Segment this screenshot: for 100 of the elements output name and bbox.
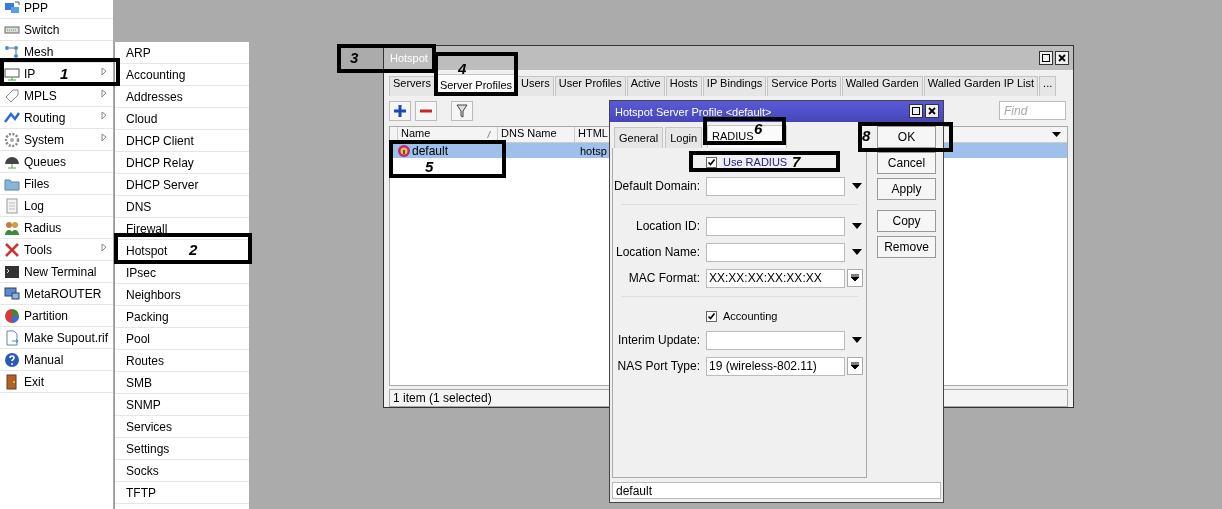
filter-button[interactable] (451, 101, 473, 121)
maximize-icon[interactable] (909, 104, 923, 118)
step-number: 3 (350, 50, 359, 66)
step-number: 2 (189, 242, 198, 258)
menu-item[interactable]: Pool (126, 331, 151, 346)
menu-item[interactable]: DHCP Relay (126, 155, 194, 170)
column-header[interactable]: Name (401, 127, 431, 139)
dialog-button[interactable]: Remove (877, 236, 936, 258)
checkbox[interactable]: Accounting (706, 310, 778, 322)
select-field[interactable]: XX:XX:XX:XX:XX:XX (706, 268, 845, 288)
dropdown-button-icon[interactable] (847, 357, 863, 375)
tab[interactable]: ... (1039, 76, 1057, 96)
tab[interactable]: User Profiles (554, 76, 626, 96)
input-field[interactable] (706, 330, 845, 350)
add-button[interactable] (389, 101, 411, 121)
tab[interactable]: Servers (389, 76, 435, 96)
gear-icon (4, 131, 20, 148)
menu-item[interactable]: Routing (0, 107, 113, 129)
tab[interactable]: General (614, 127, 664, 148)
menu-item[interactable]: Accounting (126, 67, 186, 82)
tab[interactable]: Walled Garden (841, 76, 923, 96)
door-icon (4, 373, 20, 390)
step-number: 1 (60, 66, 69, 82)
menu-item[interactable]: Queues (0, 151, 113, 173)
menu-item[interactable]: Socks (126, 463, 159, 478)
menu-item[interactable]: Log (0, 195, 113, 217)
field-label: Location ID: (634, 219, 701, 233)
input-field[interactable] (706, 216, 845, 236)
menu-item[interactable]: MPLS (0, 85, 113, 107)
menu-item[interactable]: Mesh (0, 41, 113, 63)
field-label: Default Domain: (613, 179, 701, 193)
menu-item[interactable]: Services (126, 419, 172, 434)
input-field[interactable] (706, 242, 845, 262)
select-field[interactable]: 19 (wireless-802.11) (706, 356, 845, 376)
dialog-button[interactable]: Copy (877, 210, 936, 232)
dropdown-arrow-icon[interactable] (852, 223, 862, 229)
dropdown-button-icon[interactable] (847, 269, 863, 287)
info-icon (398, 144, 410, 157)
menu-item[interactable]: Partition (0, 305, 113, 327)
dropdown-arrow-icon[interactable] (1052, 132, 1061, 137)
remove-button[interactable] (415, 101, 437, 121)
column-header[interactable]: HTML (578, 127, 608, 139)
tab[interactable]: IP Bindings (702, 76, 767, 96)
tab[interactable]: Hosts (665, 76, 702, 96)
tab[interactable]: Active (626, 76, 665, 96)
menu-item[interactable]: Manual (0, 349, 113, 371)
step-number: 8 (862, 128, 871, 144)
menu-item[interactable]: Routes (126, 353, 165, 368)
close-icon[interactable] (925, 104, 939, 118)
checkbox[interactable]: Use RADIUS (706, 156, 788, 168)
menu-item[interactable]: MetaROUTER (0, 283, 113, 305)
menu-item[interactable]: Cloud (126, 111, 158, 126)
field-label: Interim Update: (616, 333, 701, 347)
dialog-button[interactable]: Cancel (877, 152, 936, 174)
sort-icon (487, 131, 491, 138)
field-label: NAS Port Type: (616, 359, 701, 373)
dialog-button[interactable]: OK (877, 126, 936, 148)
dropdown-arrow-icon[interactable] (852, 337, 862, 343)
menu-item[interactable]: Tools (0, 239, 113, 261)
dropdown-arrow-icon[interactable] (852, 249, 862, 255)
menu-item[interactable]: Radius (0, 217, 113, 239)
dialog-button[interactable]: Apply (877, 178, 936, 200)
menu-item[interactable]: Settings (126, 441, 170, 456)
menu-item[interactable]: Packing (126, 309, 169, 324)
plus-icon (394, 105, 406, 117)
menu-item[interactable]: Switch (0, 19, 113, 41)
menu-item[interactable]: Files (0, 173, 113, 195)
find-field[interactable]: Find (999, 101, 1066, 120)
input-field[interactable] (706, 176, 845, 196)
tab[interactable]: Walled Garden IP List (923, 76, 1039, 96)
menu-item[interactable]: Neighbors (126, 287, 181, 302)
menu-item[interactable]: SNMP (126, 397, 161, 412)
maximize-icon[interactable] (1039, 51, 1053, 65)
menu-item[interactable]: IPsec (126, 265, 156, 280)
menu-item[interactable]: Exit (0, 371, 113, 393)
menu-item[interactable]: System (0, 129, 113, 151)
close-icon[interactable] (1055, 51, 1069, 65)
menu-item[interactable]: DHCP Client (126, 133, 194, 148)
menu-item[interactable]: SMB (126, 375, 152, 390)
checkbox-box[interactable] (706, 310, 717, 322)
field-label: Location Name: (614, 245, 701, 259)
tab[interactable]: Service Ports (767, 76, 841, 96)
nodes-icon (4, 43, 20, 60)
tab[interactable]: Login (665, 127, 703, 148)
checkbox-box[interactable] (706, 156, 717, 168)
tab[interactable]: Users (517, 76, 554, 96)
menu-item[interactable]: TFTP (126, 485, 156, 500)
dropdown-arrow-icon[interactable] (852, 183, 862, 189)
menu-item[interactable]: ARP (126, 45, 151, 60)
menu-item[interactable]: New Terminal (0, 261, 113, 283)
menu-item[interactable]: Firewall (126, 221, 168, 236)
menu-item[interactable]: Hotspot (126, 243, 168, 258)
menu-item[interactable]: DNS (126, 199, 152, 214)
menu-item[interactable]: Addresses (126, 89, 183, 104)
menu-item[interactable]: PPP (0, 0, 113, 19)
status-field: default (612, 482, 941, 499)
column-header[interactable]: DNS Name (501, 127, 557, 139)
menu-item[interactable]: DHCP Server (126, 177, 199, 192)
window-title: Hotspot (390, 52, 428, 64)
menu-item[interactable]: Make Supout.rif (0, 327, 113, 349)
